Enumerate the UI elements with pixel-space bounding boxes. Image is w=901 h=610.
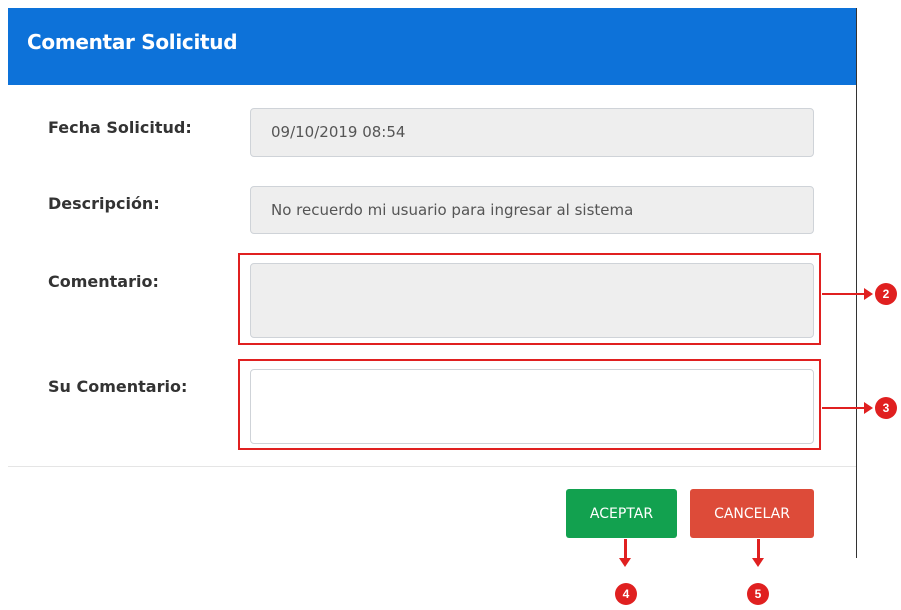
su-comentario-highlight-box bbox=[238, 359, 821, 450]
fecha-solicitud-field: 09/10/2019 08:54 bbox=[250, 108, 814, 157]
descripcion-field: No recuerdo mi usuario para ingresar al … bbox=[250, 186, 814, 234]
arrow-to-comentario bbox=[822, 288, 873, 300]
marker-4: 4 bbox=[615, 583, 637, 605]
modal-title: Comentar Solicitud bbox=[27, 30, 238, 54]
arrow-to-cancel bbox=[752, 539, 764, 567]
marker-5: 5 bbox=[747, 583, 769, 605]
cancel-button[interactable]: CANCELAR bbox=[690, 489, 814, 538]
modal-right-edge bbox=[856, 8, 857, 558]
modal-header: Comentar Solicitud bbox=[8, 8, 857, 85]
comentario-highlight-box bbox=[238, 253, 821, 345]
su-comentario-label: Su Comentario: bbox=[48, 377, 188, 396]
comentario-label: Comentario: bbox=[48, 272, 159, 291]
fecha-solicitud-label: Fecha Solicitud: bbox=[48, 118, 192, 137]
arrow-to-su-comentario bbox=[822, 402, 873, 414]
footer-divider bbox=[8, 466, 857, 467]
marker-2: 2 bbox=[875, 283, 897, 305]
arrow-to-accept bbox=[619, 539, 631, 567]
descripcion-label: Descripción: bbox=[48, 194, 160, 213]
accept-button[interactable]: ACEPTAR bbox=[566, 489, 677, 538]
marker-3: 3 bbox=[875, 397, 897, 419]
